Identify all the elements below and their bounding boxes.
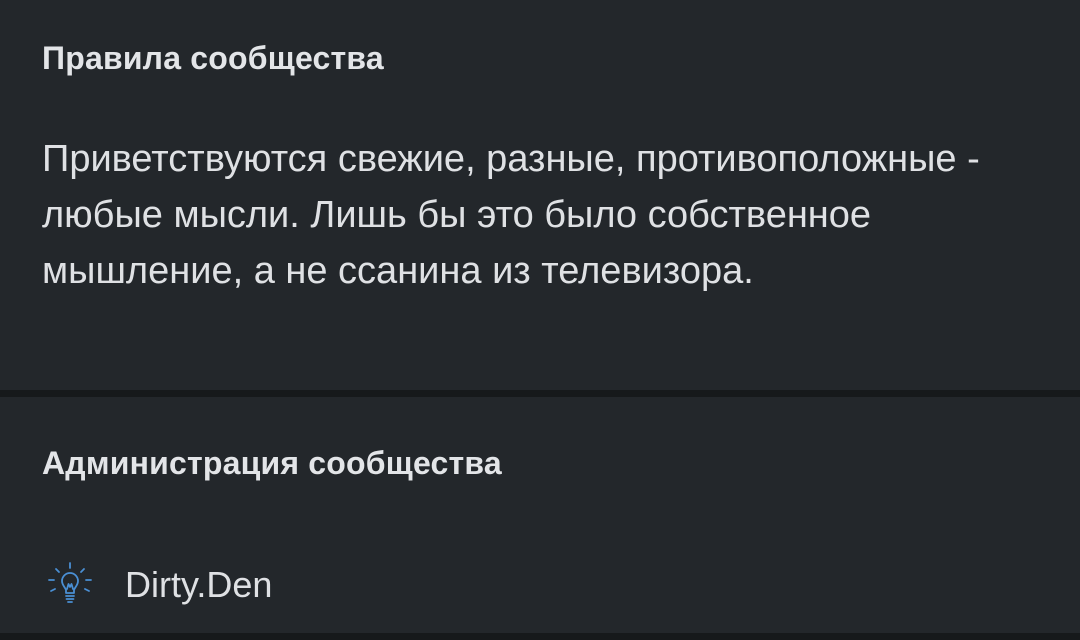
bottom-divider: [0, 633, 1080, 640]
admin-member-name: Dirty.Den: [125, 564, 273, 605]
community-admin-section: Администрация сообщества Dirty.Den: [0, 397, 1080, 633]
admin-title: Администрация сообщества: [42, 445, 502, 481]
rules-text: Приветствуются свежие, разные, противопо…: [42, 138, 980, 292]
lightbulb-icon: [42, 557, 98, 613]
section-divider: [0, 390, 1080, 397]
rules-title: Правила сообщества: [42, 40, 384, 76]
community-rules-section: Правила сообщества Приветствуются свежие…: [0, 0, 1080, 390]
admin-member-row[interactable]: Dirty.Den: [42, 557, 272, 613]
